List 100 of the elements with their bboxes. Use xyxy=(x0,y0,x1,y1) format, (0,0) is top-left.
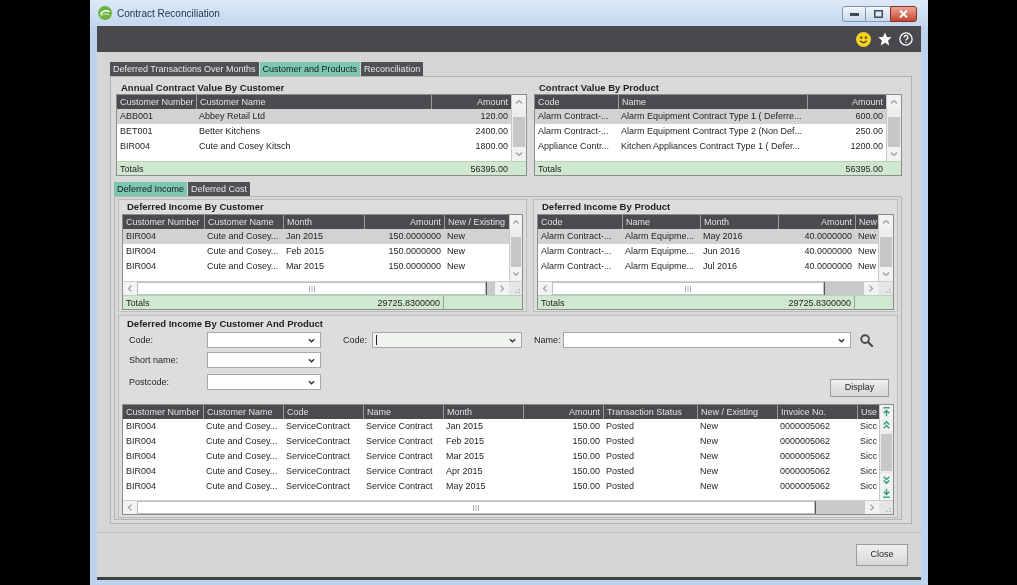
column-header[interactable]: New / Existing xyxy=(697,405,777,419)
column-header[interactable]: Month xyxy=(443,405,523,419)
page-up-icon[interactable] xyxy=(880,418,893,431)
vertical-scrollbar[interactable] xyxy=(879,405,893,500)
column-header[interactable]: Amount xyxy=(807,95,886,109)
window-close-button[interactable] xyxy=(890,6,917,22)
horizontal-scrollbar[interactable] xyxy=(538,281,893,295)
column-header[interactable]: New xyxy=(855,215,878,229)
column-header[interactable]: Name xyxy=(618,95,807,109)
table-row[interactable]: BIR004 Cute and Cosey... ServiceContract Service Contract Jan 2015 150.00 Posted New 0000005062 Sicc xyxy=(123,419,879,434)
horizontal-scrollbar[interactable] xyxy=(123,500,893,514)
scrollbar-thumb[interactable] xyxy=(552,282,824,295)
column-header[interactable]: Customer Name xyxy=(203,405,283,419)
scroll-up-icon[interactable] xyxy=(510,215,522,229)
table-row[interactable]: BIR004 Cute and Cosey Kitsch 1800.00 xyxy=(117,139,511,154)
scroll-down-icon[interactable] xyxy=(887,147,901,161)
scroll-left-icon[interactable] xyxy=(123,282,137,295)
scroll-up-icon[interactable] xyxy=(879,215,893,229)
dropdown-field[interactable] xyxy=(372,332,522,348)
table-row[interactable]: BIR004 Cute and Cosey... Jan 2015 150.0000000 New xyxy=(123,229,509,244)
column-header[interactable]: Transaction Status xyxy=(603,405,697,419)
scroll-down-icon[interactable] xyxy=(879,267,893,281)
table-row[interactable]: Alarm Contract-... Alarm Equipment Contract Type 2 (Non Def... 250.00 xyxy=(535,124,886,139)
scroll-down-icon[interactable] xyxy=(512,147,526,161)
scroll-to-top-icon[interactable] xyxy=(880,405,893,418)
dropdown-field[interactable] xyxy=(207,332,321,348)
column-header[interactable]: Code xyxy=(283,405,363,419)
scrollbar-thumb[interactable] xyxy=(513,117,525,147)
dropdown-field[interactable] xyxy=(207,374,321,390)
column-header[interactable]: Month xyxy=(283,215,364,229)
smiley-icon[interactable] xyxy=(856,31,871,47)
scrollbar-thumb[interactable] xyxy=(881,434,892,471)
maximize-button[interactable] xyxy=(866,6,890,22)
tab[interactable]: Customer and Products xyxy=(259,62,361,76)
column-header[interactable]: Invoice No. xyxy=(777,405,857,419)
scroll-down-icon[interactable] xyxy=(510,267,522,281)
search-icon[interactable] xyxy=(860,333,873,347)
tab[interactable]: Reconciliation xyxy=(361,62,424,76)
table-cell-text: New xyxy=(699,480,719,493)
tab[interactable]: Deferred Cost xyxy=(188,182,251,196)
table-row[interactable]: Appliance Contr... Kitchen Appliances Contract Type 1 ( Defer... 1200.00 xyxy=(535,139,886,154)
scroll-left-icon[interactable] xyxy=(538,282,552,295)
help-icon[interactable] xyxy=(899,32,913,46)
column-header[interactable]: Code xyxy=(538,215,622,229)
dropdown-field[interactable] xyxy=(563,332,851,348)
scrollbar-thumb[interactable] xyxy=(137,282,486,295)
table-row[interactable]: Alarm Contract-... Alarm Equipme... Jul 2016 40.0000000 New xyxy=(538,259,878,274)
star-icon[interactable] xyxy=(878,32,892,46)
table-row[interactable]: BIR004 Cute and Cosey... ServiceContract Service Contract Mar 2015 150.00 Posted New 0000005062 Sicc xyxy=(123,449,879,464)
vertical-scrollbar[interactable] xyxy=(878,215,893,281)
scroll-to-bottom-icon[interactable] xyxy=(880,487,893,500)
column-header[interactable]: Customer Number xyxy=(117,95,196,109)
table-row[interactable]: Alarm Contract-... Alarm Equipment Contract Type 1 ( Deferre... 600.00 xyxy=(535,109,886,124)
totals-label: Totals xyxy=(540,297,566,309)
scroll-right-icon[interactable] xyxy=(495,282,509,295)
vertical-scrollbar[interactable] xyxy=(509,215,522,281)
dropdown-field[interactable] xyxy=(207,352,321,368)
table-row[interactable]: Alarm Contract-... Alarm Equipme... Jun 2016 40.0000000 New xyxy=(538,244,878,259)
column-header[interactable]: Amount xyxy=(431,95,511,109)
table-row[interactable]: Alarm Contract-... Alarm Equipme... May 2016 40.0000000 New xyxy=(538,229,878,244)
column-header[interactable]: Customer Name xyxy=(196,95,431,109)
column-header[interactable]: Amount xyxy=(523,405,603,419)
tab[interactable]: Deferred Transactions Over Months xyxy=(110,62,259,76)
tab[interactable]: Deferred Income xyxy=(114,182,188,196)
table-cell-text: Cute and Cosey... xyxy=(205,435,279,448)
close-button[interactable]: Close xyxy=(856,544,908,566)
scroll-right-icon[interactable] xyxy=(865,501,879,514)
scroll-left-icon[interactable] xyxy=(123,501,137,514)
scroll-right-icon[interactable] xyxy=(864,282,878,295)
column-header[interactable]: Name xyxy=(363,405,443,419)
table-row[interactable]: BIR004 Cute and Cosey... ServiceContract Service Contract Feb 2015 150.00 Posted New 0000005062 Sicc xyxy=(123,434,879,449)
horizontal-scrollbar[interactable] xyxy=(123,281,522,295)
scroll-up-icon[interactable] xyxy=(887,95,901,109)
resize-grip-icon[interactable] xyxy=(878,282,893,295)
column-header[interactable]: Amount xyxy=(778,215,855,229)
scrollbar-track[interactable] xyxy=(486,282,495,295)
scrollbar-thumb[interactable] xyxy=(880,237,892,267)
resize-grip-icon[interactable] xyxy=(509,282,522,295)
column-header[interactable]: Month xyxy=(700,215,778,229)
page-down-icon[interactable] xyxy=(880,474,893,487)
scrollbar-thumb[interactable] xyxy=(888,117,900,147)
column-header[interactable]: Code xyxy=(535,95,618,109)
scroll-up-icon[interactable] xyxy=(512,95,526,109)
table-row[interactable]: BIR004 Cute and Cosey... ServiceContract Service Contract May 2015 150.00 Posted New 0000005062 Sicc xyxy=(123,479,879,494)
vertical-scrollbar[interactable] xyxy=(886,95,901,161)
display-button[interactable]: Display xyxy=(830,379,889,397)
column-header[interactable]: Customer Number xyxy=(123,405,203,419)
resize-grip-icon[interactable] xyxy=(879,501,893,514)
table-row[interactable]: ABB001 Abbey Retail Ltd 120.00 xyxy=(117,109,511,124)
column-header[interactable]: Amount xyxy=(364,215,444,229)
column-header[interactable]: Customer Number xyxy=(123,215,204,229)
scrollbar-thumb[interactable] xyxy=(137,501,815,514)
column-header[interactable]: Name xyxy=(622,215,700,229)
column-header[interactable]: Customer Name xyxy=(204,215,283,229)
table-row[interactable]: BIR004 Cute and Cosey... ServiceContract Service Contract Apr 2015 150.00 Posted New 0000005062 Sicc xyxy=(123,464,879,479)
vertical-scrollbar[interactable] xyxy=(511,95,526,161)
scrollbar-thumb[interactable] xyxy=(511,237,521,267)
column-header[interactable]: New / Existing xyxy=(444,215,509,229)
minimize-button[interactable] xyxy=(842,6,866,22)
column-header[interactable]: Use xyxy=(857,405,879,419)
